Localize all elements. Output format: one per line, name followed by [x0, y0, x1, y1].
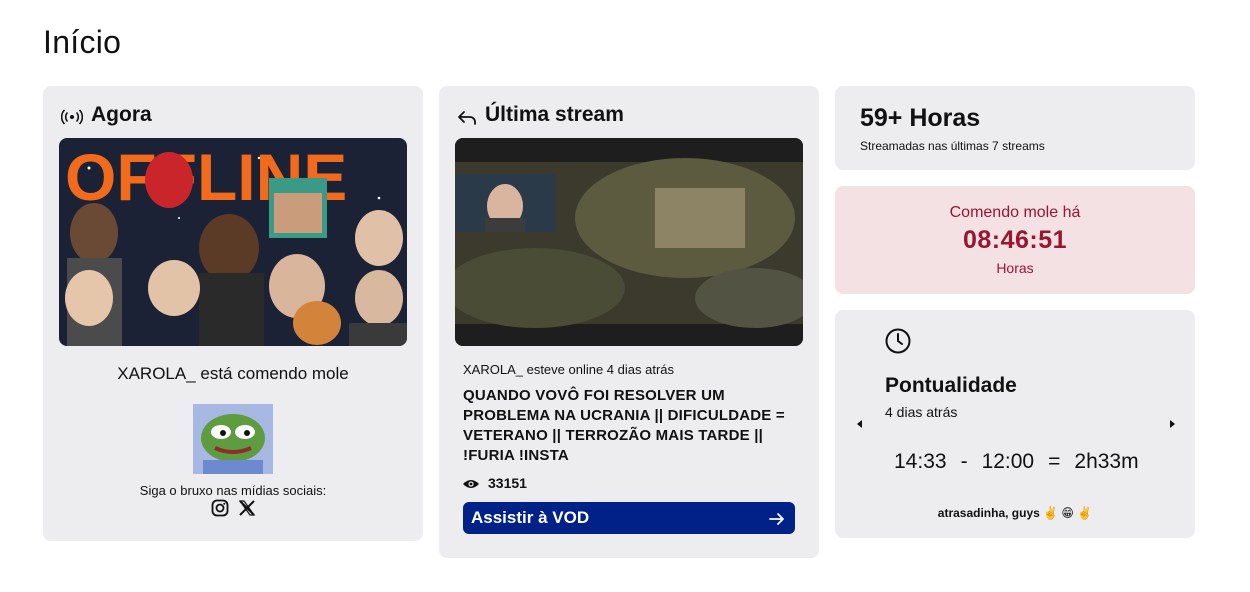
broadcast-icon — [60, 107, 84, 125]
now-card-title: Agora — [91, 103, 152, 126]
last-stream-card: Última stream XAROLA_ esteve online 4 di… — [439, 86, 819, 558]
x-icon[interactable] — [238, 499, 256, 517]
eating-timer: 08:46:51 — [962, 226, 1068, 254]
vod-thumbnail-image[interactable] — [455, 138, 803, 346]
punctuality-title: Pontualidade — [885, 374, 1017, 397]
scheduled-time: 12:00 — [981, 450, 1035, 473]
eating-unit: Horas — [996, 260, 1034, 276]
watch-vod-button[interactable]: Assistir à VOD — [463, 502, 795, 534]
now-card-heading: Agora — [60, 103, 152, 127]
minus-sign: - — [960, 450, 968, 473]
punctuality-date: 4 dias atrás — [885, 404, 958, 420]
back-arrow-icon — [457, 107, 477, 125]
punctuality-calculation: 14:33 - 12:00 = 2h33m — [894, 450, 1139, 474]
now-card: Agora OFFLINE XAROLA_ está comendo mole — [43, 86, 423, 541]
eating-timer-card: Comendo mole há 08:46:51 Horas — [835, 186, 1195, 294]
arrow-right-icon — [769, 511, 785, 525]
eye-icon — [463, 477, 479, 489]
punctuality-note: atrasadinha, guys ✌️ 😁 ✌️ — [937, 506, 1093, 520]
eating-label: Comendo mole há — [949, 204, 1081, 221]
next-arrow-icon[interactable] — [1167, 417, 1177, 429]
pepe-emote-image — [193, 404, 273, 474]
previous-arrow-icon[interactable] — [855, 417, 865, 429]
social-links — [43, 499, 423, 517]
delay-value: 2h33m — [1074, 450, 1139, 473]
page-title: Início — [43, 24, 122, 60]
view-count: 33151 — [463, 475, 527, 491]
offline-banner-image: OFFLINE — [59, 138, 407, 346]
last-stream-title: Última stream — [485, 103, 624, 126]
instagram-icon[interactable] — [211, 499, 229, 517]
hours-value: 59+ Horas — [860, 104, 981, 132]
last-stream-heading: Última stream — [457, 103, 624, 127]
equals-sign: = — [1048, 450, 1061, 473]
start-time: 14:33 — [894, 450, 947, 473]
clock-icon — [885, 328, 911, 354]
view-count-value: 33151 — [488, 475, 527, 491]
hours-card: 59+ Horas Streamadas nas últimas 7 strea… — [835, 86, 1195, 170]
punctuality-card: Pontualidade 4 dias atrás 14:33 - 12:00 … — [835, 310, 1195, 538]
streamer-status-text: XAROLA_ está comendo mole — [117, 364, 349, 383]
follow-social-text: Siga o bruxo nas mídias sociais: — [139, 483, 327, 498]
hours-subtitle: Streamadas nas últimas 7 streams — [860, 139, 1045, 153]
last-online-text: XAROLA_ esteve online 4 dias atrás — [463, 362, 675, 377]
watch-vod-label: Assistir à VOD — [471, 508, 590, 527]
vod-title: QUANDO VOVÔ FOI RESOLVER UM PROBLEMA NA … — [463, 387, 785, 464]
